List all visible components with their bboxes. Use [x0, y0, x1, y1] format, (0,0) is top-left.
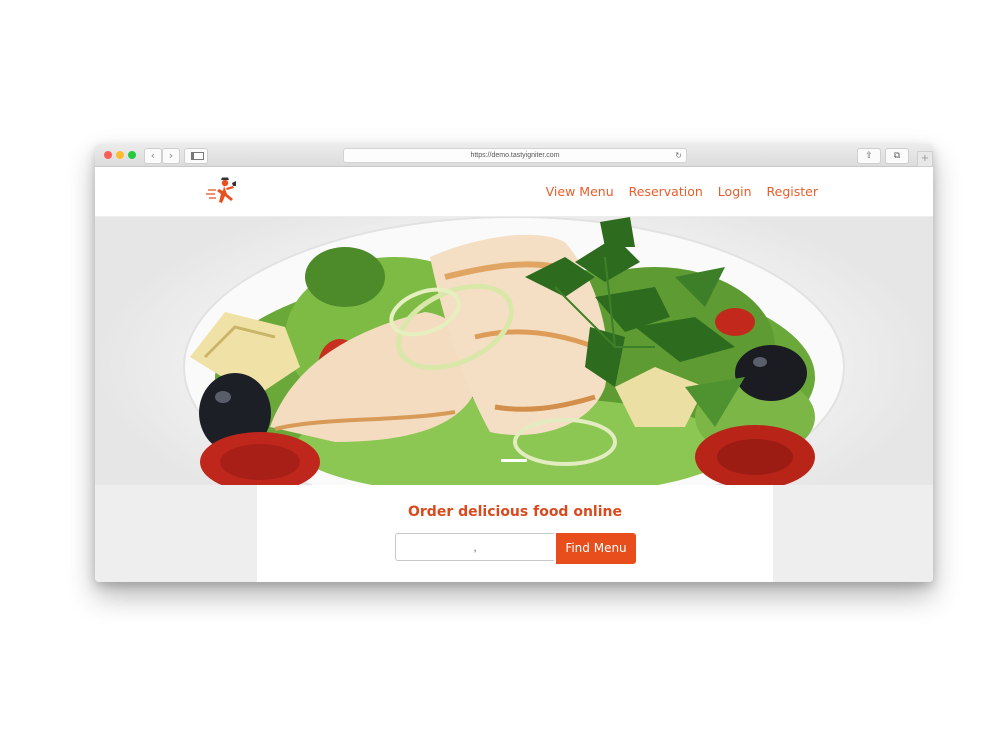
zoom-window-button[interactable] — [128, 151, 136, 159]
browser-titlebar: ‹ › https://demo.tastyigniter.com ↻ ⇧ ⧉ … — [95, 144, 933, 167]
new-tab-button[interactable]: + — [917, 151, 933, 167]
hero-carousel[interactable] — [95, 217, 933, 485]
close-window-button[interactable] — [104, 151, 112, 159]
site-header: View Menu Reservation Login Register — [95, 167, 933, 217]
main-nav: View Menu Reservation Login Register — [546, 184, 818, 199]
order-heading: Order delicious food online — [408, 504, 622, 520]
grilled-chicken-salad-image — [183, 217, 845, 485]
browser-window: ‹ › https://demo.tastyigniter.com ↻ ⇧ ⧉ … — [95, 144, 933, 582]
chef-running-logo-icon[interactable] — [205, 177, 241, 207]
show-tabs-button[interactable]: ⧉ — [885, 148, 909, 164]
minimize-window-button[interactable] — [116, 151, 124, 159]
url-text: https://demo.tastyigniter.com — [470, 152, 560, 159]
back-button[interactable]: ‹ — [144, 148, 162, 164]
order-section: Order delicious food online , Find Menu — [95, 485, 933, 582]
share-button[interactable]: ⇧ — [857, 148, 881, 164]
forward-button[interactable]: › — [162, 148, 180, 164]
sidebar-icon — [191, 152, 204, 160]
nav-login[interactable]: Login — [718, 184, 752, 199]
address-bar[interactable]: https://demo.tastyigniter.com ↻ — [343, 148, 687, 163]
nav-view-menu[interactable]: View Menu — [546, 184, 614, 199]
location-search-input[interactable]: , — [395, 533, 554, 561]
nav-register[interactable]: Register — [767, 184, 818, 199]
sidebar-toggle-button[interactable] — [184, 148, 208, 164]
find-menu-button[interactable]: Find Menu — [556, 533, 636, 564]
carousel-indicator[interactable] — [501, 459, 527, 462]
reload-icon[interactable]: ↻ — [675, 149, 682, 162]
nav-reservation[interactable]: Reservation — [629, 184, 703, 199]
order-panel: Order delicious food online , Find Menu — [257, 485, 773, 582]
